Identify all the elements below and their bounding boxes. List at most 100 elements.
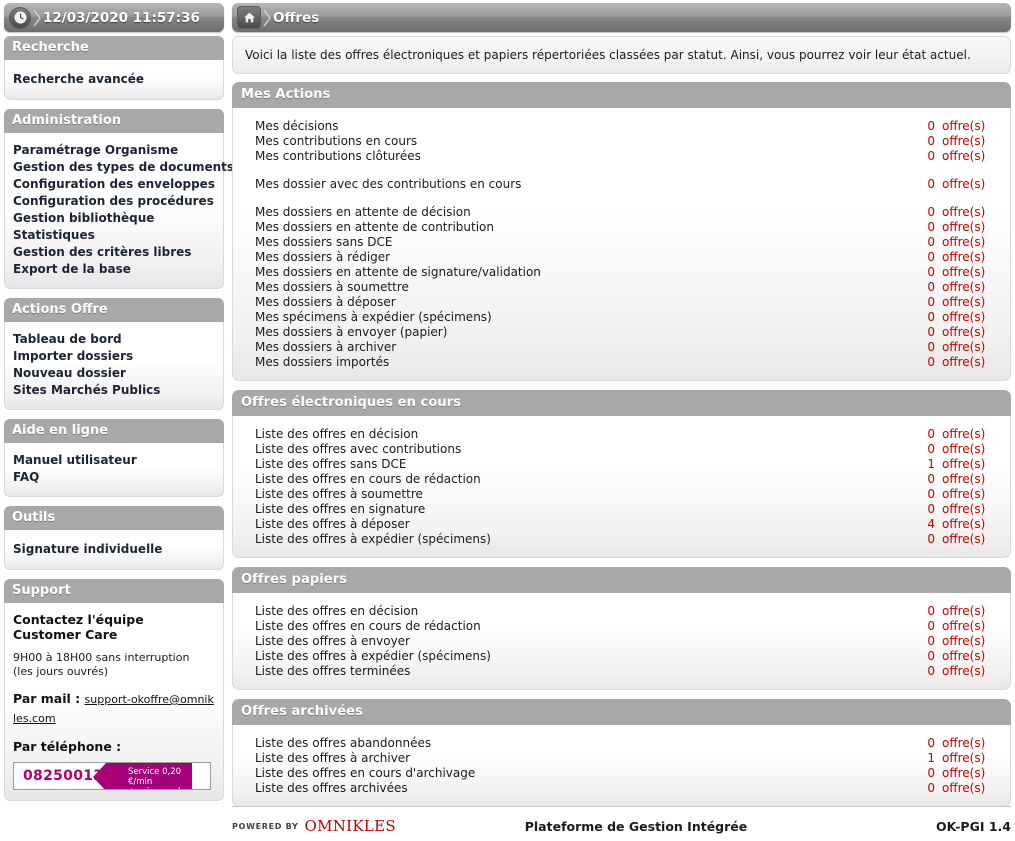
list-item[interactable]: Liste des offres en cours de rédaction 0 o… <box>233 472 1010 487</box>
section-title: Offres électroniques en cours <box>232 390 1011 416</box>
list-item[interactable]: Mes décisions 0 offre(s) <box>233 119 1010 134</box>
list-item[interactable]: Mes dossier avec des contributions en co… <box>233 177 1010 192</box>
row-label[interactable]: Liste des offres en cours de rédaction <box>255 472 481 487</box>
list-item[interactable]: Liste des offres en décision 0 offre(s) <box>233 604 1010 619</box>
list-item[interactable]: Liste des offres en décision 0 offre(s) <box>233 427 1010 442</box>
row-count: 0 <box>927 442 935 456</box>
row-count: 0 <box>927 250 935 264</box>
sidebar-item-sites-marches-publics[interactable]: Sites Marchés Publics <box>13 382 215 399</box>
sidebar-item-configuration-procedures[interactable]: Configuration des procédures <box>13 193 215 210</box>
sidebar-block-title: Actions Offre <box>4 298 224 322</box>
list-item[interactable]: Mes dossiers à soumettre 0 offre(s) <box>233 280 1010 295</box>
sidebar-item-export-base[interactable]: Export de la base <box>13 261 215 278</box>
list-item[interactable]: Liste des offres en cours de rédaction 0 o… <box>233 619 1010 634</box>
row-label[interactable]: Liste des offres avec contributions <box>255 442 461 457</box>
row-label[interactable]: Mes spécimens à expédier (spécimens) <box>255 310 492 325</box>
list-item[interactable]: Mes dossiers en attente de signature/val… <box>233 265 1010 280</box>
row-label[interactable]: Liste des offres à expédier (spécimens) <box>255 649 491 664</box>
sidebar-block-administration: Administration Paramétrage Organisme Ges… <box>4 109 234 289</box>
list-item[interactable]: Liste des offres avec contributions 0 offr… <box>233 442 1010 457</box>
row-label[interactable]: Mes dossiers à rédiger <box>255 250 390 265</box>
row-label[interactable]: Mes dossiers en attente de décision <box>255 205 471 220</box>
sidebar-item-statistiques[interactable]: Statistiques <box>13 227 215 244</box>
row-count: 0 <box>927 664 935 678</box>
row-label[interactable]: Liste des offres terminées <box>255 664 410 679</box>
row-unit: offre(s) <box>942 355 986 369</box>
row-label[interactable]: Liste des offres à archiver <box>255 751 410 766</box>
sidebar-item-faq[interactable]: FAQ <box>13 469 215 486</box>
list-item[interactable]: Mes dossiers à envoyer (papier) 0 offre(s) <box>233 325 1010 340</box>
row-label[interactable]: Mes dossiers à envoyer (papier) <box>255 325 447 340</box>
row-label[interactable]: Liste des offres à déposer <box>255 517 410 532</box>
row-label[interactable]: Liste des offres en cours de rédaction <box>255 619 481 634</box>
sidebar-item-parametrage-organisme[interactable]: Paramétrage Organisme <box>13 142 215 159</box>
list-item[interactable]: Liste des offres à expédier (spécimens) 0… <box>233 532 1010 547</box>
sidebar-item-recherche-avancee[interactable]: Recherche avancée <box>13 69 215 89</box>
list-item[interactable]: Mes dossiers à archiver 0 offre(s) <box>233 340 1010 355</box>
row-label[interactable]: Liste des offres en signature <box>255 502 425 517</box>
sidebar-item-manuel-utilisateur[interactable]: Manuel utilisateur <box>13 452 215 469</box>
row-label[interactable]: Liste des offres en décision <box>255 427 418 442</box>
list-item[interactable]: Liste des offres abandonnées 0 offre(s) <box>233 736 1010 751</box>
list-item[interactable]: Liste des offres terminées 0 offre(s) <box>233 664 1010 679</box>
list-item[interactable]: Liste des offres sans DCE 1 offre(s) <box>233 457 1010 472</box>
list-item[interactable]: Liste des offres archivées 0 offre(s) <box>233 781 1010 796</box>
sidebar-block-title: Administration <box>4 109 224 133</box>
row-label[interactable]: Mes dossiers importés <box>255 355 389 370</box>
row-label[interactable]: Mes dossiers sans DCE <box>255 235 392 250</box>
list-item[interactable]: Liste des offres à envoyer 0 offre(s) <box>233 634 1010 649</box>
list-item[interactable]: Liste des offres à expédier (spécimens) 0… <box>233 649 1010 664</box>
row-label[interactable]: Liste des offres en cours d'archivage <box>255 766 475 781</box>
row-label[interactable]: Mes dossiers à archiver <box>255 340 396 355</box>
row-label[interactable]: Mes dossier avec des contributions en co… <box>255 177 521 192</box>
row-label[interactable]: Mes décisions <box>255 119 339 134</box>
list-item[interactable]: Liste des offres à déposer 4 offre(s) <box>233 517 1010 532</box>
list-item[interactable]: Mes dossiers sans DCE 0 offre(s) <box>233 235 1010 250</box>
list-item[interactable]: Liste des offres à archiver 1 offre(s) <box>233 751 1010 766</box>
sidebar-item-gestion-bibliotheque[interactable]: Gestion bibliothèque <box>13 210 215 227</box>
list-item[interactable]: Mes dossiers en attente de contribution 0… <box>233 220 1010 235</box>
row-label[interactable]: Mes dossiers à déposer <box>255 295 396 310</box>
list-item[interactable]: Liste des offres à soumettre 0 offre(s) <box>233 487 1010 502</box>
list-item[interactable]: Mes dossiers en attente de décision 0 offr… <box>233 205 1010 220</box>
row-label[interactable]: Liste des offres sans DCE <box>255 457 406 472</box>
sidebar-item-importer-dossiers[interactable]: Importer dossiers <box>13 348 215 365</box>
row-unit: offre(s) <box>942 177 986 191</box>
row-label[interactable]: Mes dossiers en attente de signature/val… <box>255 265 541 280</box>
row-count: 0 <box>927 427 935 441</box>
sidebar-item-gestion-criteres-libres[interactable]: Gestion des critères libres <box>13 244 215 261</box>
list-item[interactable]: Liste des offres en cours d'archivage 0 of… <box>233 766 1010 781</box>
row-label[interactable]: Liste des offres en décision <box>255 604 418 619</box>
list-item[interactable]: Mes contributions en cours 0 offre(s) <box>233 134 1010 149</box>
row-unit: offre(s) <box>942 517 986 531</box>
sidebar-item-signature-individuelle[interactable]: Signature individuelle <box>13 539 215 559</box>
row-label[interactable]: Liste des offres à envoyer <box>255 634 410 649</box>
list-item[interactable]: Mes spécimens à expédier (spécimens) 0 off… <box>233 310 1010 325</box>
row-unit: offre(s) <box>942 340 986 354</box>
list-item[interactable]: Mes contributions clôturées 0 offre(s) <box>233 149 1010 164</box>
row-label[interactable]: Mes dossiers en attente de contribution <box>255 220 494 235</box>
row-label[interactable]: Mes contributions en cours <box>255 134 417 149</box>
row-label[interactable]: Liste des offres à soumettre <box>255 487 423 502</box>
row-label[interactable]: Mes dossiers à soumettre <box>255 280 409 295</box>
sidebar-item-nouveau-dossier[interactable]: Nouveau dossier <box>13 365 215 382</box>
sidebar-item-configuration-enveloppes[interactable]: Configuration des enveloppes <box>13 176 215 193</box>
list-item[interactable]: Liste des offres en signature 0 offre(s) <box>233 502 1010 517</box>
row-label[interactable]: Liste des offres à expédier (spécimens) <box>255 532 491 547</box>
row-count: 0 <box>927 177 935 191</box>
row-unit: offre(s) <box>942 649 986 663</box>
sidebar-item-tableau-de-bord[interactable]: Tableau de bord <box>13 331 215 348</box>
row-label[interactable]: Mes contributions clôturées <box>255 149 421 164</box>
list-item[interactable]: Mes dossiers à rédiger 0 offre(s) <box>233 250 1010 265</box>
page-title: Offres <box>273 9 320 26</box>
sidebar-block-body: Recherche avancée <box>4 60 224 100</box>
list-item[interactable]: Mes dossiers à déposer 0 offre(s) <box>233 295 1010 310</box>
home-icon[interactable] <box>237 6 261 29</box>
row-count: 1 <box>927 751 935 765</box>
sidebar-item-gestion-types-documents[interactable]: Gestion des types de documents <box>13 159 234 176</box>
row-unit: offre(s) <box>942 619 986 633</box>
row-label[interactable]: Liste des offres abandonnées <box>255 736 431 751</box>
list-item[interactable]: Mes dossiers importés 0 offre(s) <box>233 355 1010 370</box>
row-count: 0 <box>927 766 935 780</box>
row-label[interactable]: Liste des offres archivées <box>255 781 408 796</box>
